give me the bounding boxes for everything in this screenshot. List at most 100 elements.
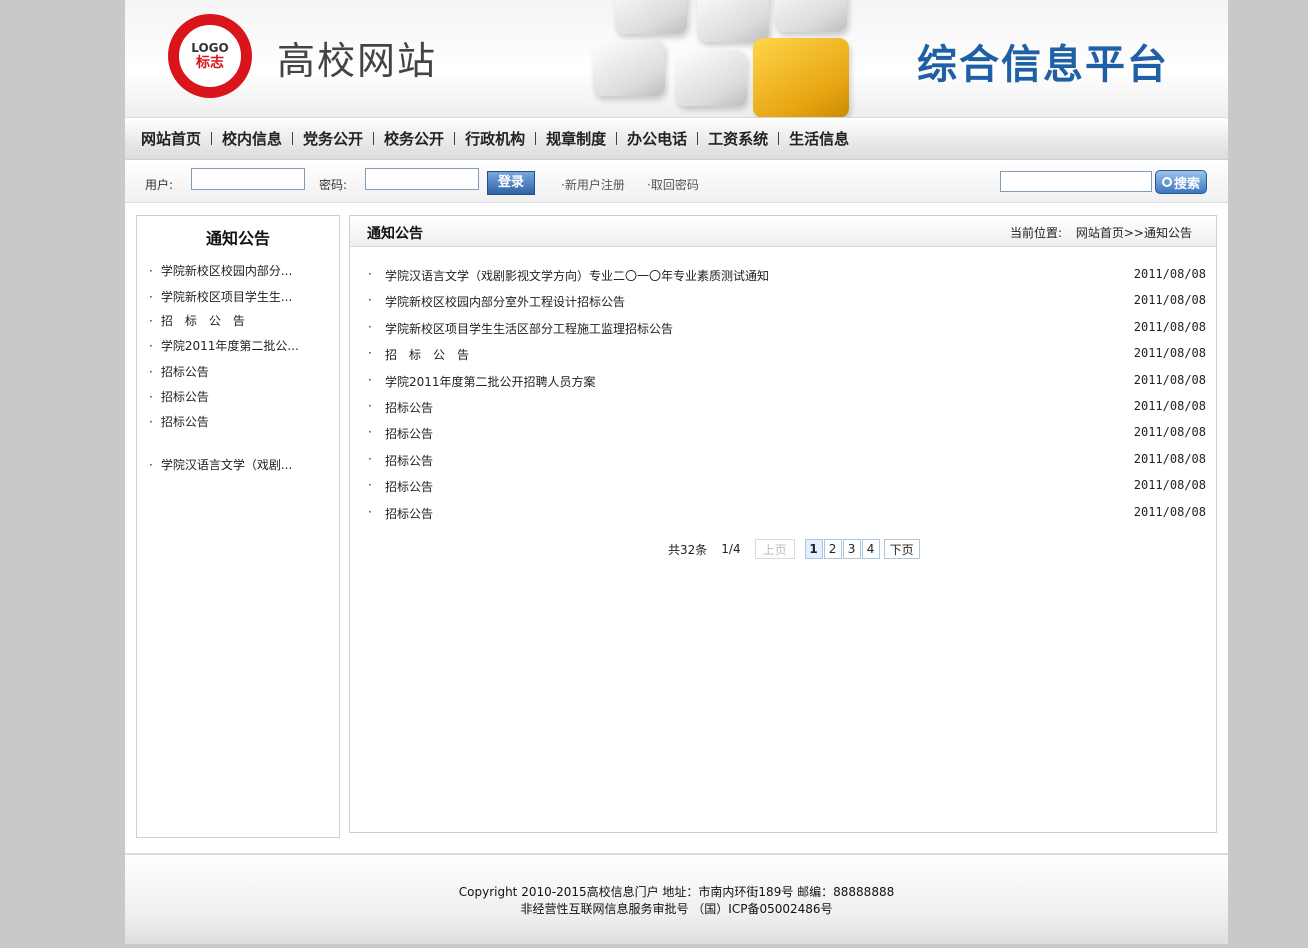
nav-school-affairs[interactable]: 校务公开 bbox=[378, 128, 450, 149]
notice-row[interactable]: · 学院2011年度第二批公开招聘人员方案 2011/08/08 bbox=[368, 373, 1206, 391]
pager-next-button[interactable]: 下页 bbox=[883, 539, 920, 559]
left-list-item[interactable]: · 学院汉语言文学（戏剧... bbox=[149, 456, 292, 473]
pager-page-4[interactable]: 4 bbox=[861, 539, 880, 559]
breadcrumb-current: 通知公告 bbox=[1143, 226, 1192, 240]
register-link[interactable]: ·新用户注册 bbox=[561, 176, 625, 193]
notice-title: 招标公告 bbox=[385, 454, 434, 468]
nav-divider bbox=[373, 132, 375, 145]
login-bar: 用户: 密码: 登录 ·新用户注册 ·取回密码 搜索 bbox=[125, 161, 1228, 203]
nav-party-affairs[interactable]: 党务公开 bbox=[297, 128, 369, 149]
left-list-item[interactable]: · 学院2011年度第二批公... bbox=[149, 337, 299, 354]
keyboard-key bbox=[615, 0, 687, 34]
nav-home[interactable]: 网站首页 bbox=[135, 128, 207, 149]
notice-date: 2011/08/08 bbox=[1133, 478, 1206, 492]
keyboard-banner-image bbox=[575, 0, 895, 117]
logo-text: LOGO bbox=[191, 41, 229, 55]
notice-row[interactable]: · 招 标 公 告 2011/08/08 bbox=[368, 346, 1206, 364]
search-input[interactable] bbox=[1000, 171, 1152, 192]
nav-divider bbox=[535, 132, 537, 145]
nav-divider bbox=[454, 132, 456, 145]
password-input[interactable] bbox=[365, 168, 479, 190]
nav-divider bbox=[292, 132, 294, 145]
nav-office-phone[interactable]: 办公电话 bbox=[621, 128, 693, 149]
notice-row[interactable]: · 招标公告 2011/08/08 bbox=[368, 425, 1206, 443]
site-name: 高校网站 bbox=[277, 39, 438, 83]
left-item-label: 招标公告 bbox=[160, 390, 209, 404]
keyboard-key bbox=[593, 40, 665, 96]
left-item-label: 学院2011年度第二批公... bbox=[160, 339, 299, 353]
logo-seal: LOGO 标志 bbox=[179, 25, 241, 87]
left-list-item[interactable]: · 学院新校区项目学生生... bbox=[149, 288, 292, 305]
pager-page-3[interactable]: 3 bbox=[842, 539, 861, 559]
nav-campus-info[interactable]: 校内信息 bbox=[216, 128, 288, 149]
notice-date: 2011/08/08 bbox=[1133, 346, 1206, 360]
notice-title: 招标公告 bbox=[385, 427, 434, 441]
username-input[interactable] bbox=[191, 168, 305, 190]
left-list-item[interactable]: · 招标公告 bbox=[149, 388, 209, 405]
left-panel-title: 通知公告 bbox=[205, 229, 270, 248]
login-button[interactable]: 登录 bbox=[487, 171, 535, 195]
notice-date: 2011/08/08 bbox=[1133, 267, 1206, 281]
notice-row[interactable]: · 招标公告 2011/08/08 bbox=[368, 505, 1206, 523]
left-list-item[interactable]: · 招标公告 bbox=[149, 363, 209, 380]
search-button-label: 搜索 bbox=[1173, 176, 1200, 192]
notice-title: 学院新校区校园内部分室外工程设计招标公告 bbox=[385, 295, 626, 309]
notice-row[interactable]: · 招标公告 2011/08/08 bbox=[368, 478, 1206, 496]
bullet-icon: · bbox=[368, 425, 372, 439]
main-nav: 网站首页 校内信息 党务公开 校务公开 行政机构 规章制度 办公电话 工资系统 … bbox=[125, 118, 1228, 160]
bullet-icon: · bbox=[149, 458, 153, 472]
notice-date: 2011/08/08 bbox=[1133, 425, 1206, 439]
bullet-icon: · bbox=[368, 346, 372, 360]
bullet-icon: · bbox=[368, 478, 372, 492]
notice-row[interactable]: · 招标公告 2011/08/08 bbox=[368, 399, 1206, 417]
pager-page-1[interactable]: 1 bbox=[804, 539, 823, 559]
keyboard-key-gold bbox=[753, 38, 849, 117]
nav-life-info[interactable]: 生活信息 bbox=[783, 128, 855, 149]
nav-divider bbox=[211, 132, 213, 145]
left-list-item[interactable]: · 招标公告 bbox=[149, 413, 209, 430]
notice-title: 学院汉语言文学（戏剧影视文学方向）专业二〇一〇年专业素质测试通知 bbox=[385, 269, 770, 283]
keyboard-key bbox=[675, 50, 747, 106]
bullet-icon: · bbox=[149, 390, 153, 404]
site-header: LOGO 标志 高校网站 综合信息平台 bbox=[125, 0, 1228, 118]
left-item-label: 招标公告 bbox=[160, 415, 209, 429]
notice-row[interactable]: · 招标公告 2011/08/08 bbox=[368, 452, 1206, 470]
notice-row[interactable]: · 学院汉语言文学（戏剧影视文学方向）专业二〇一〇年专业素质测试通知 2011/08… bbox=[368, 267, 1206, 285]
notice-title: 招 标 公 告 bbox=[385, 348, 470, 362]
recover-password-link[interactable]: ·取回密码 bbox=[647, 176, 699, 193]
bullet-icon: · bbox=[368, 293, 372, 307]
notice-row[interactable]: · 学院新校区校园内部分室外工程设计招标公告 2011/08/08 bbox=[368, 293, 1206, 311]
bullet-icon: · bbox=[368, 320, 372, 334]
nav-administration[interactable]: 行政机构 bbox=[459, 128, 531, 149]
keyboard-key bbox=[775, 0, 847, 32]
pager-page-2[interactable]: 2 bbox=[823, 539, 842, 559]
breadcrumb-label: 当前位置: bbox=[1009, 226, 1063, 240]
bullet-icon: · bbox=[368, 452, 372, 466]
breadcrumb: 当前位置: 网站首页>>通知公告 bbox=[1010, 224, 1192, 241]
left-item-label: 招 标 公 告 bbox=[160, 314, 245, 328]
bullet-icon: · bbox=[368, 399, 372, 413]
bullet-icon: · bbox=[149, 314, 153, 328]
left-list-item[interactable]: · 招 标 公 告 bbox=[149, 312, 245, 329]
school-logo[interactable]: LOGO 标志 bbox=[168, 14, 252, 98]
notice-title: 招标公告 bbox=[385, 401, 434, 415]
nav-regulations[interactable]: 规章制度 bbox=[540, 128, 612, 149]
pagination: 共32条 1/4 上页 1 2 3 4 下页 bbox=[668, 538, 921, 560]
bullet-icon: · bbox=[149, 339, 153, 353]
page-container: LOGO 标志 高校网站 综合信息平台 网站首页 校内信息 党务公开 校务公开 … bbox=[125, 0, 1228, 944]
keyboard-key bbox=[697, 0, 769, 42]
left-item-label: 招标公告 bbox=[160, 365, 209, 379]
left-item-label: 学院新校区项目学生生... bbox=[160, 290, 293, 304]
notice-title: 招标公告 bbox=[385, 480, 434, 494]
notice-row[interactable]: · 学院新校区项目学生生活区部分工程施工监理招标公告 2011/08/08 bbox=[368, 320, 1206, 338]
left-notice-panel: 通知公告 · 学院新校区校园内部分... · 学院新校区项目学生生... · 招 标 … bbox=[136, 215, 340, 838]
left-list-item[interactable]: · 学院新校区校园内部分... bbox=[149, 262, 292, 279]
notice-date: 2011/08/08 bbox=[1133, 320, 1206, 334]
footer-copyright: Copyright 2010-2015高校信息门户 地址：市南内环街189号 邮… bbox=[458, 885, 895, 899]
left-item-label: 学院新校区校园内部分... bbox=[160, 264, 293, 278]
notice-date: 2011/08/08 bbox=[1133, 293, 1206, 307]
nav-salary-system[interactable]: 工资系统 bbox=[702, 128, 774, 149]
notice-title: 学院新校区项目学生生活区部分工程施工监理招标公告 bbox=[385, 322, 674, 336]
breadcrumb-home-link[interactable]: 网站首页 bbox=[1076, 226, 1124, 240]
search-button[interactable]: 搜索 bbox=[1155, 170, 1207, 194]
